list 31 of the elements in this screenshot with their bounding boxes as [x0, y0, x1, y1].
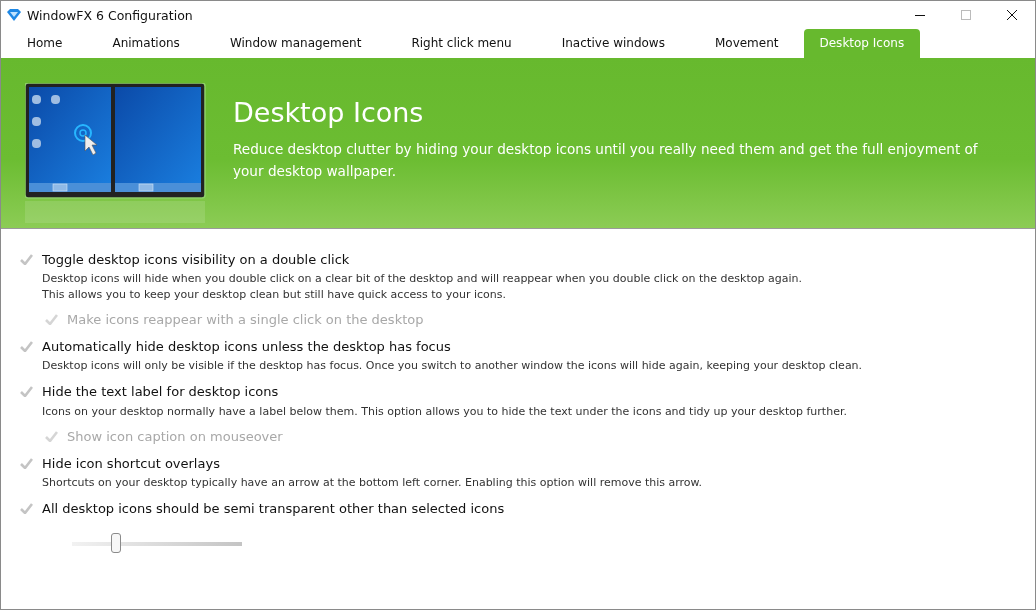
- checkbox[interactable]: [20, 457, 33, 469]
- tab[interactable]: Inactive windows: [536, 29, 690, 58]
- suboption-label: Show icon caption on mouseover: [67, 428, 283, 444]
- tab[interactable]: Right click menu: [386, 29, 537, 58]
- option-description: Icons on your desktop normally have a label below them. This option allows you to hide the text under the icons and tidy up your desktop further.: [42, 403, 848, 419]
- option-description: Shortcuts on your desktop typically have an arrow at the bottom left corner. Enabling this option will remove this arrow.: [42, 475, 704, 491]
- option-description: Desktop icons will hide when you double click on a clear bit of the desktop and will reappear when you double click on the desktop again. This allows you to keep your desktop clean but still have quick access to your icons.: [42, 271, 803, 302]
- tab[interactable]: Movement: [689, 29, 804, 58]
- checkbox[interactable]: [20, 340, 33, 352]
- option-label: Hide the text label for desktop icons: [42, 384, 279, 399]
- option-description: Desktop icons will only be visible if the desktop has focus. Once you switch to another window the icons will hide again, keeping your desktop clean.: [42, 358, 864, 374]
- banner-description: Reduce desktop clutter by hiding your desktop icons until you really need them and get the full enjoyment of your desktop wallpaper.: [233, 140, 979, 181]
- slider-thumb[interactable]: [111, 532, 122, 553]
- tab[interactable]: Animations: [87, 29, 205, 58]
- maximize-icon: [961, 10, 971, 20]
- app-logo-icon: [7, 9, 21, 21]
- tab[interactable]: Window management: [204, 29, 387, 58]
- option-label: Hide icon shortcut overlays: [42, 455, 220, 471]
- option-label: Toggle desktop icons visibility on a double click: [42, 251, 350, 267]
- slider[interactable]: [72, 532, 242, 553]
- close-icon: [1007, 10, 1017, 20]
- option-label: Automatically hide desktop icons unless the desktop has focus: [42, 338, 451, 354]
- banner-title: Desktop Icons: [233, 97, 425, 128]
- window-title: WindowFX 6 Configuration: [27, 7, 194, 23]
- checkbox[interactable]: [20, 253, 33, 265]
- suboption-label: Make icons reappear with a single click on the desktop: [67, 311, 424, 327]
- checkbox[interactable]: [20, 386, 33, 397]
- tab[interactable]: Home: [2, 29, 88, 58]
- checkbox[interactable]: [20, 503, 33, 514]
- option-label: All desktop icons should be semi transparent other than selected icons: [42, 501, 505, 516]
- minimize-icon: [915, 14, 925, 16]
